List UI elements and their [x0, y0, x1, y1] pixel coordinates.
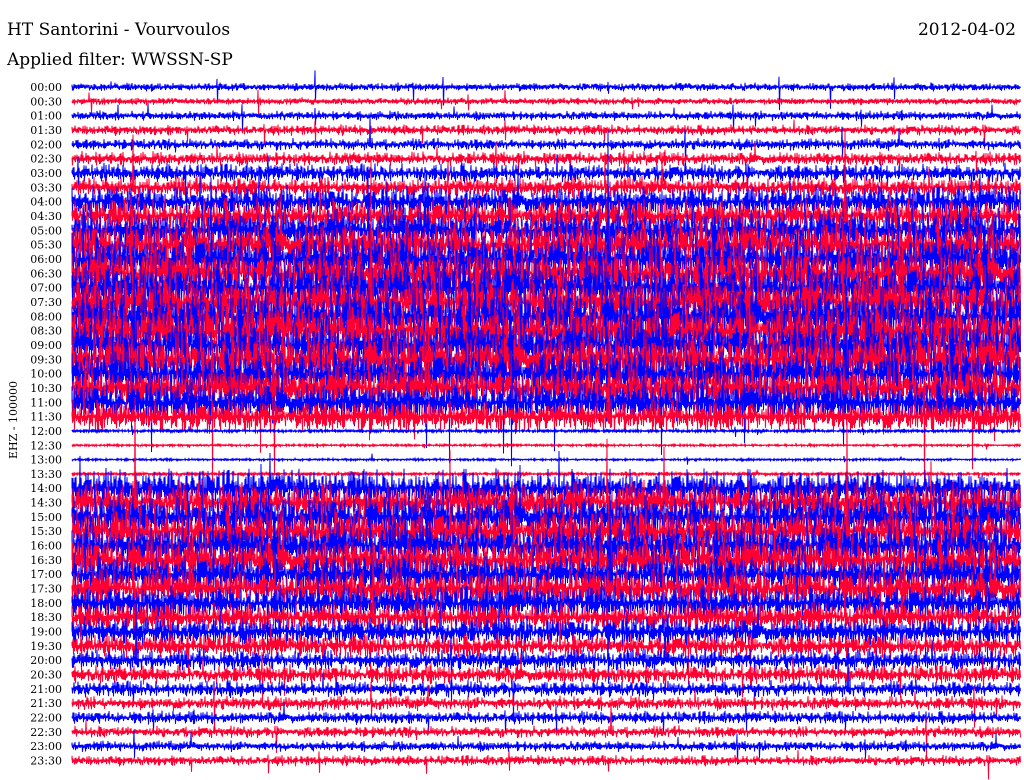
row-label: 23:00 — [30, 740, 62, 753]
row-label: 17:30 — [30, 583, 62, 596]
row-label: 00:00 — [30, 81, 62, 94]
row-label: 11:30 — [30, 411, 62, 424]
row-label: 02:00 — [30, 138, 62, 151]
row-label: 09:30 — [30, 353, 62, 366]
row-label: 08:30 — [30, 325, 62, 338]
row-label: 12:30 — [30, 439, 62, 452]
row-label: 05:00 — [30, 224, 62, 237]
row-label: 12:00 — [30, 425, 62, 438]
row-label: 10:30 — [30, 382, 62, 395]
row-label: 18:30 — [30, 611, 62, 624]
row-label: 20:30 — [30, 669, 62, 682]
row-label: 16:00 — [30, 540, 62, 553]
row-label: 20:00 — [30, 654, 62, 667]
row-label: 01:30 — [30, 124, 62, 137]
row-label: 18:00 — [30, 597, 62, 610]
row-label: 13:30 — [30, 468, 62, 481]
trace-row-2330 — [71, 749, 1021, 780]
row-label: 05:30 — [30, 239, 62, 252]
row-label: 09:00 — [30, 339, 62, 352]
row-label: 13:00 — [30, 454, 62, 467]
row-label: 04:00 — [30, 196, 62, 209]
row-label: 03:30 — [30, 181, 62, 194]
row-label: 17:00 — [30, 568, 62, 581]
seismogram-plot: EHZ - 100000 00:0000:30 01:0001:3002:00 02… — [7, 70, 1021, 780]
row-label: 08:00 — [30, 310, 62, 323]
row-label: 06:00 — [30, 253, 62, 266]
row-label: 10:00 — [30, 368, 62, 381]
row-label: 02:30 — [30, 153, 62, 166]
helicorder-chart: HT Santorini - Vourvoulos 2012-04-02 App… — [0, 0, 1024, 780]
row-label: 04:30 — [30, 210, 62, 223]
trace-row-0000 — [71, 70, 1021, 111]
trace-row-1300 — [71, 453, 1021, 465]
row-label: 00:30 — [30, 95, 62, 108]
trace-row-0100 — [71, 103, 1021, 132]
row-label: 21:30 — [30, 697, 62, 710]
row-label: 21:00 — [30, 683, 62, 696]
row-label: 15:30 — [30, 525, 62, 538]
row-label: 23:30 — [30, 755, 62, 768]
row-label: 14:00 — [30, 482, 62, 495]
row-label: 14:30 — [30, 497, 62, 510]
row-label: 15:00 — [30, 511, 62, 524]
trace-row-0230 — [71, 141, 1021, 184]
row-label: 11:00 — [30, 396, 62, 409]
row-label: 07:30 — [30, 296, 62, 309]
trace-row-0030 — [71, 89, 1021, 115]
row-label: 01:00 — [30, 110, 62, 123]
row-label: 19:00 — [30, 626, 62, 639]
row-label: 06:30 — [30, 267, 62, 280]
row-label: 22:00 — [30, 712, 62, 725]
row-label: 22:30 — [30, 726, 62, 739]
trace-row-1230 — [71, 442, 1021, 450]
row-label: 16:30 — [30, 554, 62, 567]
row-label: 07:00 — [30, 282, 62, 295]
y-axis-label: EHZ - 100000 — [7, 381, 20, 459]
row-label: 19:30 — [30, 640, 62, 653]
row-label: 03:00 — [30, 167, 62, 180]
